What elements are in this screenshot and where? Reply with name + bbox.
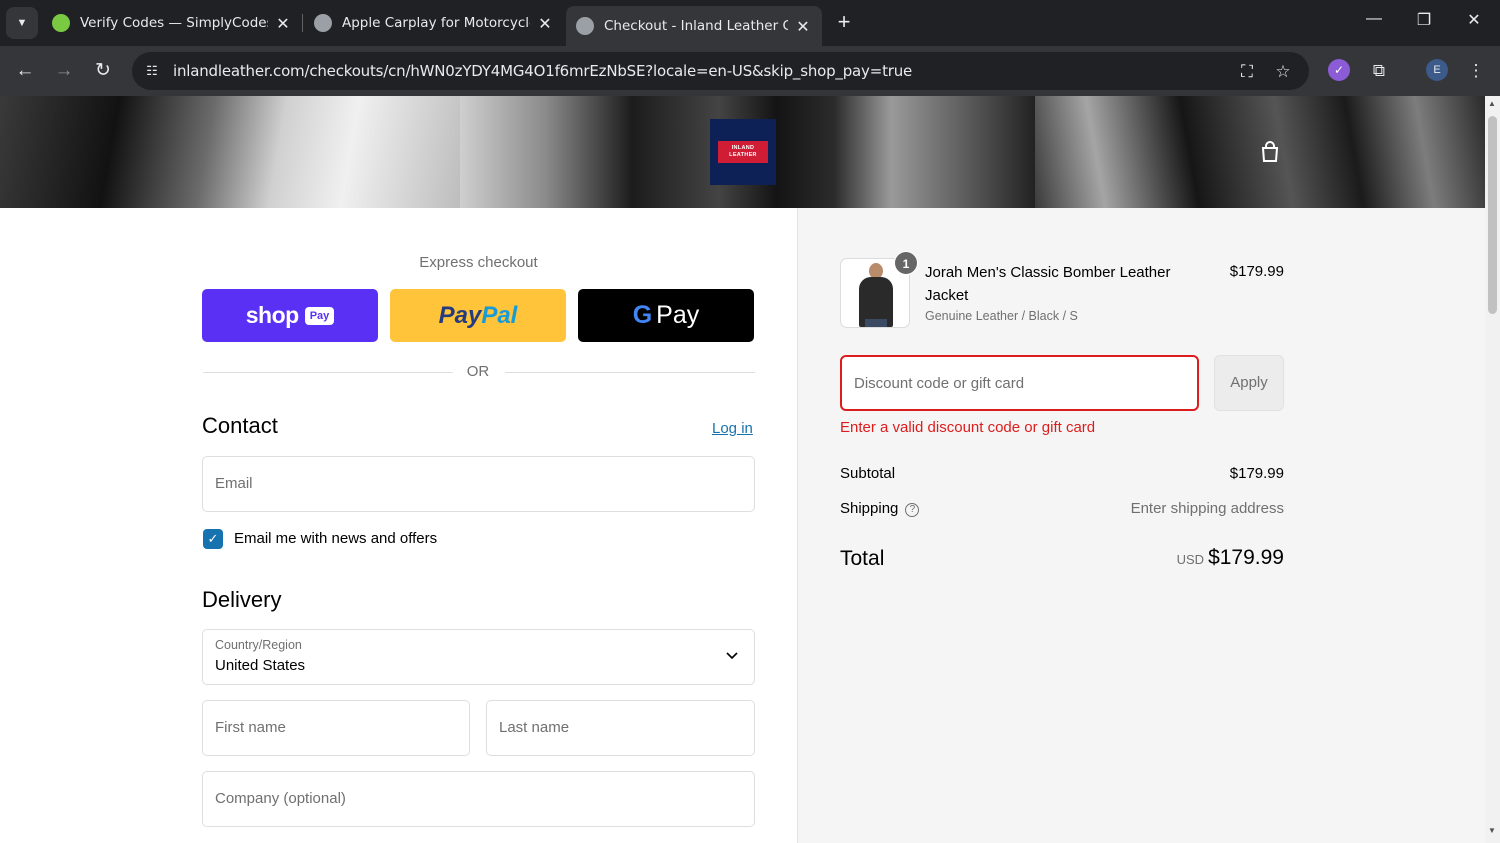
total-currency: USD [1176, 552, 1205, 567]
tab-verify-codes[interactable]: Verify Codes — SimplyCodes ✕ [52, 6, 292, 40]
translate-icon[interactable]: ⛶ [1236, 61, 1258, 83]
site-info-icon[interactable]: ☷ [142, 61, 162, 81]
bookmark-star-icon[interactable]: ☆ [1272, 61, 1294, 83]
reload-icon[interactable]: ↻ [90, 58, 116, 84]
first-name-field[interactable]: First name [202, 700, 470, 756]
tab-title: Verify Codes — SimplyCodes [80, 15, 268, 31]
paypal-word-b: Pal [481, 301, 518, 329]
news-offers-label[interactable]: Email me with news and offers [234, 530, 437, 547]
product-name: Jorah Men's Classic Bomber Leather Jacke… [925, 264, 1171, 304]
back-icon[interactable]: ← [12, 58, 38, 84]
contact-heading: Contact [202, 413, 278, 438]
chevron-down-icon [726, 648, 738, 663]
store-header-banner: INLAND LEATHER [0, 96, 1485, 208]
close-window-icon[interactable]: ✕ [1459, 10, 1489, 30]
tab-separator [302, 14, 303, 32]
company-field[interactable]: Company (optional) [202, 771, 755, 827]
browser-tab-bar: ▼ Verify Codes — SimplyCodes ✕ Apple Car… [0, 0, 1500, 46]
company-placeholder: Company (optional) [215, 790, 346, 807]
extension-simplycodes-icon[interactable]: ✓ [1328, 59, 1350, 81]
profile-avatar[interactable]: E [1426, 59, 1448, 81]
total-label: Total [840, 547, 885, 570]
shop-pay-button[interactable]: shop Pay [202, 289, 378, 342]
banner-photo [0, 96, 460, 208]
scroll-up-arrow-icon[interactable]: ▲ [1488, 99, 1496, 108]
tab-apple-carplay[interactable]: Apple Carplay for Motorcycles ( ✕ [314, 6, 554, 40]
tab-title: Checkout - Inland Leather Co [604, 18, 788, 34]
total-amount: USD $179.99 [1098, 546, 1284, 570]
scrollbar-thumb[interactable] [1488, 116, 1497, 314]
or-divider-text: OR [466, 363, 490, 380]
globe-icon [314, 14, 332, 32]
shop-pay-pill: Pay [304, 306, 335, 325]
paypal-word-a: Pay [438, 301, 482, 329]
logo-mark: INLAND LEATHER [718, 141, 768, 163]
last-name-placeholder: Last name [499, 719, 570, 736]
page-scrollbar[interactable]: ▲ ▼ [1485, 96, 1500, 843]
express-checkout-label: Express checkout [419, 254, 538, 271]
new-tab-button[interactable]: + [833, 10, 855, 36]
checkout-form-panel: Express checkout shop Pay Pay Pal G Pay O… [0, 208, 797, 843]
shipping-label: Shipping [840, 500, 899, 517]
google-g-icon: G [632, 301, 653, 329]
tab-search-button[interactable]: ▼ [6, 7, 38, 39]
quantity-badge: 1 [894, 251, 918, 275]
product-variant: Genuine Leather / Black / S [925, 309, 1078, 323]
total-value: $179.99 [1208, 546, 1284, 569]
subtotal-value: $179.99 [1229, 465, 1284, 482]
last-name-field[interactable]: Last name [486, 700, 755, 756]
country-region-value: United States [215, 657, 306, 674]
apply-discount-button[interactable]: Apply [1214, 355, 1284, 411]
simplycodes-favicon-icon [52, 14, 70, 32]
divider [203, 372, 453, 373]
forward-icon[interactable]: → [51, 58, 77, 84]
product-price: $179.99 [1229, 263, 1284, 280]
close-tab-icon[interactable]: ✕ [794, 17, 812, 36]
shipping-label-row: Shipping? [840, 500, 920, 517]
logo-line1: INLAND [731, 145, 755, 151]
shopping-bag-icon-svg [1261, 141, 1279, 162]
shipping-value: Enter shipping address [1130, 500, 1284, 517]
minimize-icon[interactable]: — [1359, 10, 1389, 28]
chevron-down-icon: ▼ [16, 17, 28, 29]
url-text[interactable]: inlandleather.com/checkouts/cn/hWN0zYDY4… [173, 62, 912, 80]
extensions-puzzle-icon[interactable]: ⧉ [1366, 58, 1392, 84]
browser-menu-icon[interactable]: ⋮ [1463, 58, 1489, 84]
thumbnail-figure [865, 319, 887, 327]
paypal-button[interactable]: Pay Pal [390, 289, 566, 342]
first-name-placeholder: First name [215, 719, 286, 736]
discount-code-input[interactable]: Discount code or gift card [840, 355, 1199, 411]
delivery-heading: Delivery [202, 587, 282, 612]
email-placeholder: Email [215, 475, 253, 492]
restore-icon[interactable]: ❐ [1409, 10, 1439, 30]
help-icon[interactable]: ? [905, 503, 920, 517]
tab-checkout[interactable]: Checkout - Inland Leather Co ✕ [566, 6, 822, 46]
globe-icon [576, 17, 594, 35]
log-in-link[interactable]: Log in [712, 420, 753, 437]
scroll-down-arrow-icon[interactable]: ▼ [1488, 826, 1496, 835]
discount-error-message: Enter a valid discount code or gift card [840, 419, 1096, 436]
logo-line2: LEATHER [729, 152, 757, 158]
store-logo[interactable]: INLAND LEATHER [710, 119, 776, 185]
checkmark-icon: ✓ [207, 531, 219, 546]
news-offers-checkbox[interactable]: ✓ [203, 529, 223, 549]
close-tab-icon[interactable]: ✕ [274, 14, 292, 33]
discount-placeholder: Discount code or gift card [854, 375, 1025, 392]
close-tab-icon[interactable]: ✕ [536, 14, 554, 33]
browser-toolbar: ← → ↻ ☷ inlandleather.com/checkouts/cn/h… [0, 46, 1500, 96]
country-region-select[interactable]: Country/Region United States [202, 629, 755, 685]
google-pay-word: Pay [656, 301, 700, 329]
tab-title: Apple Carplay for Motorcycles ( [342, 15, 530, 31]
email-field[interactable]: Email [202, 456, 755, 512]
order-summary-panel: 1 Jorah Men's Classic Bomber Leather Jac… [797, 208, 1485, 843]
chevron-down-icon-svg [726, 652, 738, 660]
shopping-bag-icon[interactable] [1259, 140, 1281, 164]
google-pay-button[interactable]: G Pay [578, 289, 754, 342]
subtotal-label: Subtotal [840, 465, 896, 482]
country-region-label: Country/Region [215, 638, 302, 652]
address-bar[interactable]: ☷ inlandleather.com/checkouts/cn/hWN0zYD… [132, 52, 1309, 90]
divider [505, 372, 755, 373]
shop-pay-word: shop [245, 302, 299, 328]
